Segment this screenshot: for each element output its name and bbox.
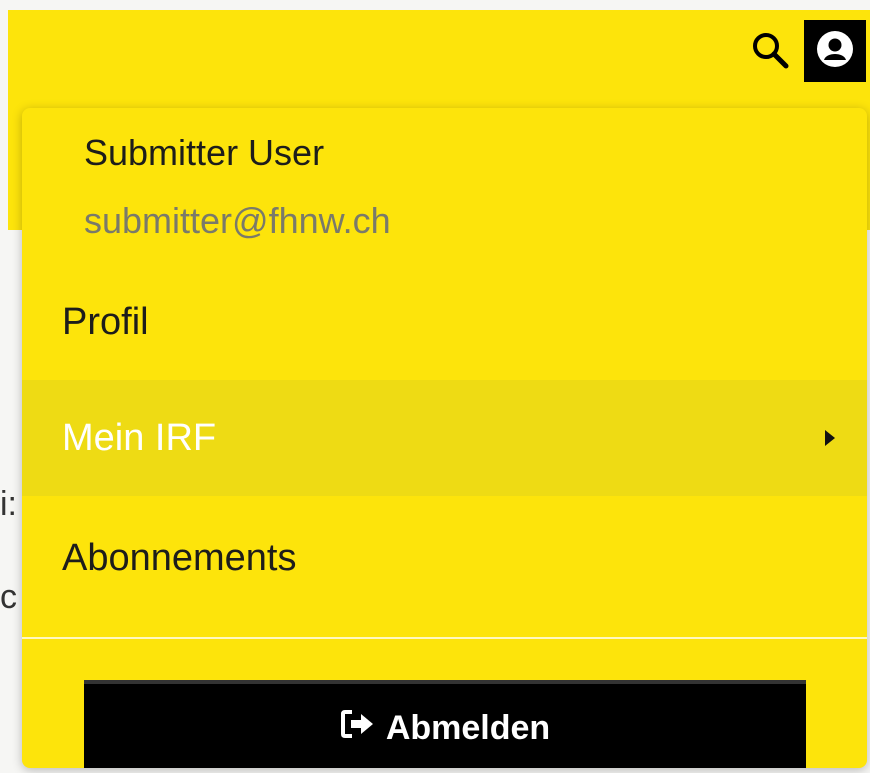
menu-item-profil[interactable]: Profil (22, 264, 867, 380)
user-name: Submitter User (84, 132, 325, 173)
caret-right-icon (825, 430, 835, 446)
background-text-fragment: i: (0, 485, 17, 523)
menu-item-label: Abonnements (62, 536, 297, 579)
menu-divider (22, 637, 867, 639)
background-text-fragment: c (0, 578, 17, 616)
menu-item-mein-irf[interactable]: Mein IRF (22, 380, 867, 496)
menu-item-label: Mein IRF (62, 416, 217, 459)
menu-item-abonnements[interactable]: Abonnements (22, 500, 867, 616)
search-button[interactable] (748, 30, 792, 74)
sign-out-icon (340, 709, 376, 748)
user-email: submitter@fhnw.ch (84, 200, 391, 241)
search-icon (750, 30, 790, 75)
logout-button[interactable]: Abmelden (84, 680, 806, 768)
user-dropdown-menu: Submitter User submitter@fhnw.ch Profil … (22, 108, 867, 768)
user-circle-icon (816, 30, 854, 73)
menu-item-label: Profil (62, 300, 149, 343)
logout-label: Abmelden (385, 708, 551, 747)
user-menu-button[interactable] (804, 20, 866, 82)
